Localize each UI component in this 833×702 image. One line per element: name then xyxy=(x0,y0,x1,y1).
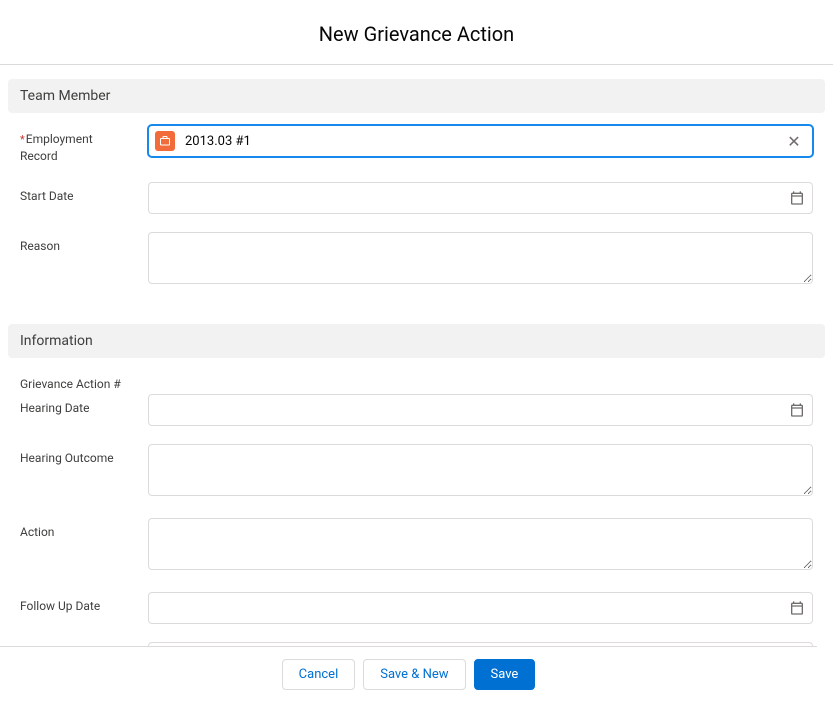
employment-record-lookup[interactable]: 2013.03 #1 ✕ xyxy=(148,125,813,157)
row-start-date: Start Date xyxy=(20,182,813,214)
section-heading-team-member: Team Member xyxy=(8,79,825,113)
start-date-input[interactable] xyxy=(148,182,813,214)
grievance-action-num-value xyxy=(148,370,813,390)
employment-record-value: 2013.03 #1 xyxy=(175,134,782,149)
label-grievance-action-num: Grievance Action # xyxy=(20,370,148,392)
save-and-new-button[interactable]: Save & New xyxy=(363,659,465,690)
required-asterisk: * xyxy=(20,133,25,146)
hearing-date-input[interactable] xyxy=(148,394,813,426)
label-employment-record: *Employment Record xyxy=(20,125,148,164)
row-hearing-date: Hearing Date xyxy=(20,394,813,426)
reason-textarea[interactable] xyxy=(148,232,813,284)
record-icon xyxy=(155,131,175,151)
hearing-outcome-textarea[interactable] xyxy=(148,444,813,496)
title-divider xyxy=(0,64,833,65)
follow-up-date-input[interactable] xyxy=(148,592,813,624)
label-follow-up-date: Follow Up Date xyxy=(20,592,148,614)
save-button[interactable]: Save xyxy=(474,659,536,690)
section-team-member: Team Member *Employment Record 2013.03 #… xyxy=(8,79,825,310)
page-title: New Grievance Action xyxy=(0,0,833,64)
label-action: Action xyxy=(20,518,148,540)
row-hearing-outcome: Hearing Outcome xyxy=(20,444,813,500)
close-icon[interactable]: ✕ xyxy=(782,129,806,153)
row-action: Action xyxy=(20,518,813,574)
row-follow-up-date: Follow Up Date xyxy=(20,592,813,624)
modal-scroll[interactable]: New Grievance Action Team Member *Employ… xyxy=(0,0,833,702)
cancel-button[interactable]: Cancel xyxy=(282,659,356,690)
label-start-date: Start Date xyxy=(20,182,148,204)
row-reason: Reason xyxy=(20,232,813,288)
label-hearing-outcome: Hearing Outcome xyxy=(20,444,148,466)
row-employment-record: *Employment Record 2013.03 #1 ✕ xyxy=(20,125,813,164)
section-heading-information: Information xyxy=(8,324,825,358)
label-hearing-date: Hearing Date xyxy=(20,394,148,416)
row-grievance-action-num: Grievance Action # xyxy=(20,370,813,392)
label-reason: Reason xyxy=(20,232,148,254)
footer-bar: Cancel Save & New Save xyxy=(0,646,817,702)
action-textarea[interactable] xyxy=(148,518,813,570)
